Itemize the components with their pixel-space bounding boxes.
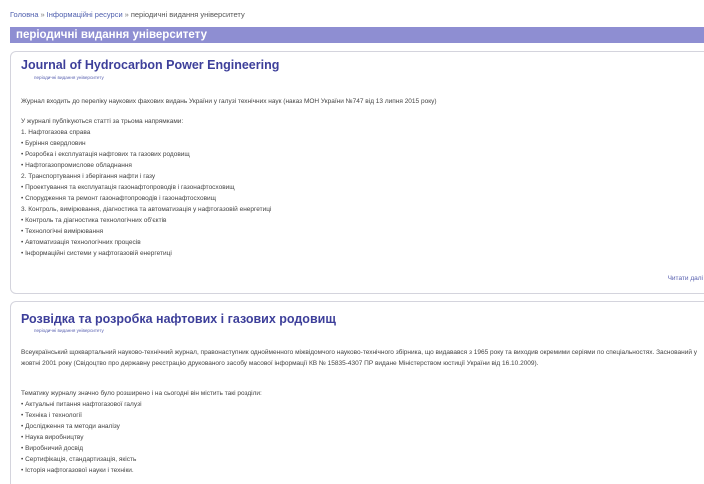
article-line: • Проектування та експлуатація газонафто… [21,184,235,191]
breadcrumb: Головна» Інформаційні ресурси» періодичні … [10,10,245,19]
article-line: • Техніка і технології [21,412,82,419]
article-title[interactable]: Journal of Hydrocarbon Power Engineering [21,58,279,72]
article-line: • Контроль та діагностика технологічних … [21,217,167,224]
article-line: • Актуальні питання нафтогазової галузі [21,401,142,408]
breadcrumb-separator: » [124,10,129,19]
article-line: • Автоматизація технологічних процесів [21,239,141,246]
article-line: • Нафтогазопромислове обладнання [21,162,132,169]
read-more-link[interactable]: Читати далі [668,275,703,282]
article-card: Розвідка та розробка нафтових і газових … [10,301,704,484]
breadcrumb-separator: » [40,10,45,19]
article-line: • Виробничий досвід [21,445,84,452]
article-line: 1. Нафтогазова справа [21,129,91,136]
article-line: • Спорудження та ремонт газонафтопроводі… [21,195,217,202]
section-title: періодичні видання університету [10,27,704,43]
breadcrumb-info-link[interactable]: Інформаційні ресурси [47,10,123,19]
article-line: 2. Транспортування і зберігання нафти і … [21,173,156,180]
article-line: • Дослідження та методи аналізу [21,423,120,430]
article-line: • Наука виробництву [21,434,84,441]
article-title[interactable]: Розвідка та розробка нафтових і газових … [21,312,336,326]
article-line: • Буріння свердловин [21,140,86,147]
article-line: 3. Контроль, вимірювання, діагностика та… [21,206,272,213]
article-line: • Інформаційні системи у нафтогазовій ен… [21,250,172,257]
article-line: Журнал входить до переліку наукових фахо… [21,98,437,105]
article-line: • Історія нафтогазової науки і техніки. [21,467,134,474]
article-line: Тематику журналу значно було розширено і… [21,390,262,397]
article-line: У журналі публікуються статті за трьома … [21,118,184,125]
breadcrumb-home-link[interactable]: Головна [10,10,39,19]
article-line: • Сертифікація, стандартизація, якість [21,456,137,463]
article-card: Journal of Hydrocarbon Power Engineering… [10,51,704,294]
article-category[interactable]: періодичні видання університету [34,328,104,333]
article-line: • Технологічні вимірювання [21,228,104,235]
article-category[interactable]: періодичні видання університету [34,75,104,80]
article-line: • Розробка і експлуатація нафтових та га… [21,151,190,158]
breadcrumb-current: періодичні видання університету [130,10,245,19]
article-intro: Всеукраїнський щоквартальний науково-тех… [21,349,698,367]
